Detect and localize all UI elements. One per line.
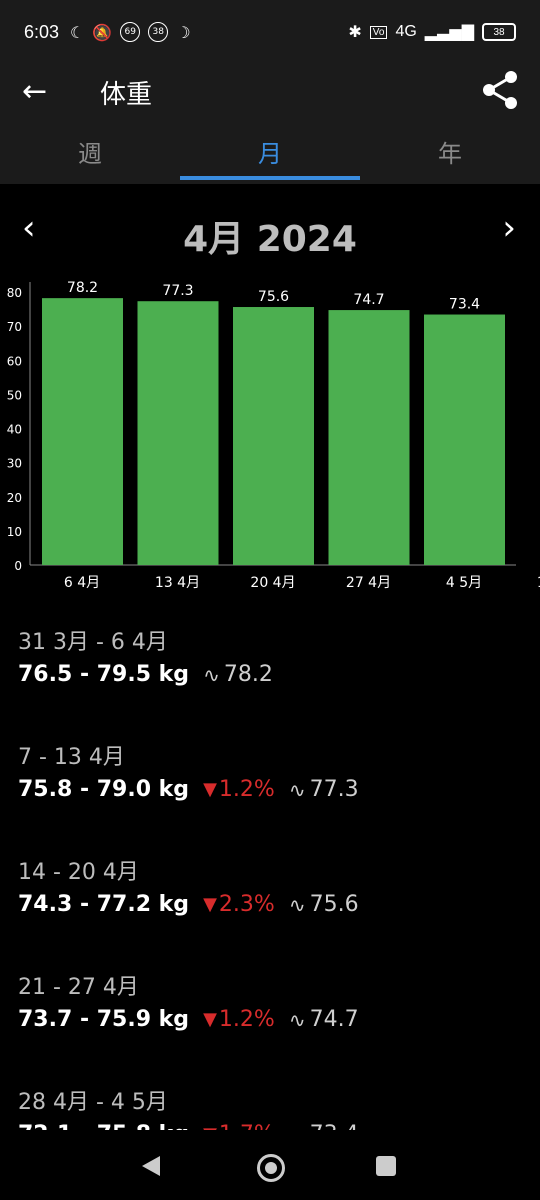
battery-icon: 38 <box>482 23 516 41</box>
x-tick-label: 4 5月 <box>446 575 482 591</box>
y-tick-label: 40 <box>7 423 22 437</box>
list-item[interactable]: 31 3月 - 6 4月 76.5 - 79.5 kg ∿ 78.2 <box>18 624 528 735</box>
status-time: 6:03 <box>24 22 60 42</box>
weekly-entries-list: 31 3月 - 6 4月 76.5 - 79.5 kg ∿ 78.2 7 - 13… <box>18 620 528 1195</box>
entry-change: ▼ 1.2% <box>203 777 275 802</box>
down-triangle-icon: ▼ <box>203 1009 217 1030</box>
entry-trend: ∿ 74.7 <box>289 1007 359 1032</box>
tab-year[interactable]: 年 <box>360 134 540 169</box>
bluetooth-icon: ✱ <box>348 24 362 41</box>
weight-bar-chart: 0 10 20 30 40 50 60 70 80 78.2 77.3 75.6 74.7 73.4 6 4… <box>7 280 540 591</box>
page-title: 体重 <box>100 80 153 110</box>
y-tick-label: 80 <box>7 286 22 300</box>
y-tick-label: 70 <box>7 320 22 334</box>
y-tick-label: 30 <box>7 457 22 471</box>
network-type: 4G <box>395 23 417 40</box>
signal-icon: ▂▃▅▇ <box>424 24 474 41</box>
period-title: 4月 2024 <box>183 219 357 260</box>
chevron-right-icon[interactable]: › <box>502 208 516 248</box>
bar-value-label: 77.3 <box>162 283 193 299</box>
entry-change: ▼ 2.3% <box>203 892 275 917</box>
app-bar: ← 体重 <box>0 64 540 120</box>
bar-value-label: 78.2 <box>67 280 98 296</box>
trend-icon: ∿ <box>288 892 306 917</box>
x-tick-label: 20 4月 <box>250 575 295 591</box>
status-bar: 6:03 ☾ 🔕 69 38 ☽ ✱ Vo 4G ▂▃▅▇ 38 <box>0 0 540 64</box>
entry-date: 28 4月 - 4 5月 <box>18 1090 168 1115</box>
tab-week[interactable]: 週 <box>0 134 180 169</box>
entry-range: 73.7 - 75.9 kg <box>18 1007 190 1032</box>
nav-home-icon[interactable] <box>257 1154 285 1182</box>
sleep-icon: ☽ <box>176 22 191 42</box>
x-tick-label: 6 4月 <box>64 575 100 591</box>
chart-bar[interactable] <box>233 307 314 565</box>
list-item[interactable]: 21 - 27 4月 73.7 - 75.9 kg ▼ 1.2% ∿ 74.7 <box>18 969 528 1080</box>
bar-value-label: 73.4 <box>449 297 480 313</box>
list-item[interactable]: 7 - 13 4月 75.8 - 79.0 kg ▼ 1.2% ∿ 77.3 <box>18 739 528 850</box>
entry-change: ▼ 1.2% <box>203 1007 275 1032</box>
nav-recents-icon[interactable] <box>376 1156 396 1176</box>
nav-back-icon[interactable] <box>142 1156 160 1176</box>
entry-change-value: 1.2% <box>218 777 275 802</box>
down-triangle-icon: ▼ <box>203 779 217 800</box>
tab-indicator <box>180 176 360 180</box>
entry-trend: ∿ 77.3 <box>289 777 359 802</box>
trend-icon: ∿ <box>288 1007 306 1032</box>
system-nav-bar <box>0 1130 540 1200</box>
bar-value-label: 74.7 <box>353 292 384 308</box>
y-tick-label: 60 <box>7 354 22 368</box>
entry-date: 14 - 20 4月 <box>18 860 139 885</box>
status-left-icons: ☾ 🔕 69 38 ☽ <box>70 22 191 42</box>
chart-bar[interactable] <box>42 298 123 565</box>
entry-range: 75.8 - 79.0 kg <box>18 777 190 802</box>
y-tick-label: 20 <box>7 491 22 505</box>
status-right-icons: ✱ Vo 4G ▂▃▅▇ 38 <box>348 22 516 42</box>
moon-icon: ☾ <box>70 22 85 42</box>
entry-date: 31 3月 - 6 4月 <box>18 630 168 655</box>
entry-trend: ∿ 78.2 <box>203 662 273 687</box>
entry-change-value: 1.2% <box>218 1007 275 1032</box>
share-icon[interactable] <box>478 68 522 116</box>
period-selector: ‹ 4月 2024 › <box>0 204 540 264</box>
down-triangle-icon: ▼ <box>203 894 217 915</box>
trend-icon: ∿ <box>203 662 220 687</box>
notification-badge-1: 69 <box>120 22 141 42</box>
entry-avg: 74.7 <box>309 1007 359 1032</box>
list-item[interactable]: 14 - 20 4月 74.3 - 77.2 kg ▼ 2.3% ∿ 75.6 <box>18 854 528 965</box>
volte-icon: Vo <box>369 25 388 39</box>
bar-value-label: 75.6 <box>258 289 289 305</box>
y-tick-label: 50 <box>7 388 22 402</box>
entry-avg: 75.6 <box>309 892 359 917</box>
tab-month[interactable]: 月 <box>180 134 360 169</box>
y-tick-label: 0 <box>14 559 22 573</box>
chart-bar[interactable] <box>424 314 505 565</box>
notification-badge-2: 38 <box>148 22 169 42</box>
entry-date: 21 - 27 4月 <box>18 975 139 1000</box>
chart-bar[interactable] <box>137 301 219 565</box>
x-tick-label: 27 4月 <box>346 575 391 591</box>
entry-avg: 78.2 <box>223 662 273 687</box>
mute-icon: 🔕 <box>92 22 113 42</box>
entry-range: 74.3 - 77.2 kg <box>18 892 190 917</box>
entry-trend: ∿ 75.6 <box>289 892 359 917</box>
y-tick-label: 10 <box>7 525 22 539</box>
entry-change-value: 2.3% <box>218 892 275 917</box>
period-tabs: 週 月 年 <box>0 120 540 184</box>
x-tick-label: 13 4月 <box>155 575 200 591</box>
entry-avg: 77.3 <box>309 777 359 802</box>
entry-range: 76.5 - 79.5 kg <box>18 662 190 687</box>
chart-bar[interactable] <box>328 310 410 565</box>
entry-date: 7 - 13 4月 <box>18 745 125 770</box>
trend-icon: ∿ <box>288 777 306 802</box>
back-arrow-icon[interactable]: ← <box>22 74 47 109</box>
